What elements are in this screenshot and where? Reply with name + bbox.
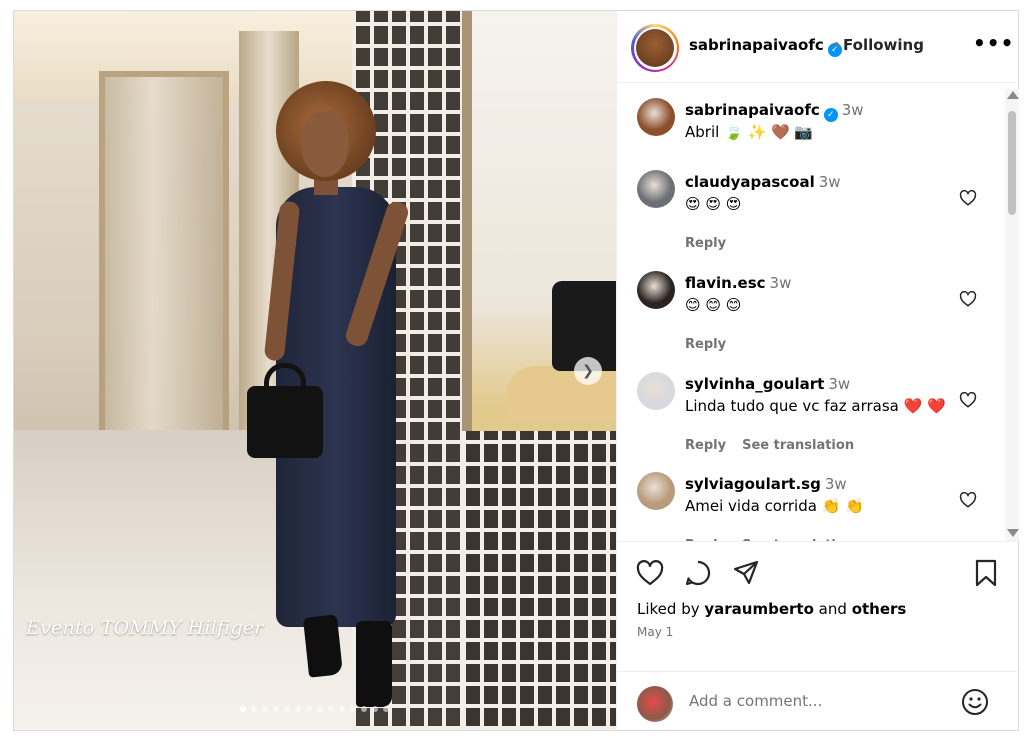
comment-avatar[interactable] xyxy=(637,170,675,208)
carousel-dot xyxy=(361,706,367,712)
comment-username[interactable]: sabrinapaivaofc ✓ 3w xyxy=(685,101,864,122)
comment-username-text[interactable]: sabrinapaivaofc xyxy=(685,101,820,119)
carousel-dot xyxy=(295,706,301,712)
post-actions: Liked by yaraumberto and others May 1 xyxy=(617,541,1019,671)
comment-avatar[interactable] xyxy=(637,472,675,510)
save-bookmark-icon[interactable] xyxy=(971,558,1001,588)
comment-text: 😊 😊 😊 xyxy=(685,296,742,314)
carousel-dot xyxy=(350,706,356,712)
verified-badge-icon: ✓ xyxy=(823,108,838,122)
carousel-dot xyxy=(372,706,378,712)
comment-time[interactable]: 3w xyxy=(828,375,850,393)
comment-username[interactable]: flavin.esc 3w xyxy=(685,274,791,292)
share-send-icon[interactable] xyxy=(731,558,761,588)
post-dialog: Evento TOMMY Hilfiger ❯ sabrinapaivaofc ✓… xyxy=(13,10,1019,731)
comment-meta: Reply xyxy=(685,337,726,352)
comments-list: sabrinapaivaofc ✓ 3w Abril 🍃 ✨ 🤎 📷 claudyapa… xyxy=(617,84,1005,541)
comment-like-heart-icon[interactable] xyxy=(959,190,977,211)
emoji-picker-icon[interactable] xyxy=(961,688,989,716)
carousel-dot xyxy=(284,706,290,712)
carousel-dot xyxy=(240,706,246,712)
author-avatar[interactable] xyxy=(631,24,679,72)
reply-button[interactable]: Reply xyxy=(685,337,726,352)
comment-text: Amei vida corrida 👏 👏 xyxy=(685,497,864,515)
carousel-dot xyxy=(328,706,334,712)
header-separator: • xyxy=(832,36,841,54)
handbag xyxy=(247,386,323,458)
post-media[interactable]: Evento TOMMY Hilfiger ❯ xyxy=(14,11,616,730)
scroll-up-arrow-icon[interactable] xyxy=(1007,91,1019,99)
likes-and: and xyxy=(818,600,847,618)
comment-time[interactable]: 3w xyxy=(770,274,792,292)
comment-username-text[interactable]: sylvinha_goulart xyxy=(685,375,824,393)
carousel-dot xyxy=(262,706,268,712)
like-heart-icon[interactable] xyxy=(635,558,665,588)
liked-by-user[interactable]: yaraumberto xyxy=(704,600,814,618)
avatar-inner xyxy=(633,26,677,70)
comment-text: Abril 🍃 ✨ 🤎 📷 xyxy=(685,123,814,141)
comment-avatar[interactable] xyxy=(637,271,675,309)
comment-time[interactable]: 3w xyxy=(819,173,841,191)
carousel-next-button[interactable]: ❯ xyxy=(574,357,602,385)
person-face xyxy=(301,111,349,177)
comment-username-text[interactable]: flavin.esc xyxy=(685,274,766,292)
comment-like-heart-icon[interactable] xyxy=(959,392,977,413)
comment-like-heart-icon[interactable] xyxy=(959,492,977,513)
comment-text: Linda tudo que vc faz arrasa ❤️ ❤️ xyxy=(685,397,946,415)
scroll-thumb[interactable] xyxy=(1008,111,1016,215)
comment-text: 😍 😍 😍 xyxy=(685,195,742,213)
comment-time[interactable]: 3w xyxy=(842,101,864,119)
likes-prefix: Liked by xyxy=(637,600,700,618)
boot-right xyxy=(356,621,392,707)
post-header: sabrinapaivaofc ✓ • Following ••• xyxy=(617,11,1019,83)
likes-summary: Liked by yaraumberto and others xyxy=(637,600,906,618)
comment-time[interactable]: 3w xyxy=(825,475,847,493)
add-comment-input[interactable] xyxy=(689,692,949,710)
reply-button[interactable]: Reply xyxy=(685,236,726,251)
see-translation-button[interactable]: See translation xyxy=(742,438,854,453)
comment-meta: Reply See translation xyxy=(685,438,854,453)
chevron-right-icon: ❯ xyxy=(582,363,594,379)
current-user-avatar xyxy=(637,686,673,722)
carousel-dot xyxy=(251,706,257,712)
comment-meta: Reply xyxy=(685,236,726,251)
post-date[interactable]: May 1 xyxy=(637,625,673,639)
comment-username-text[interactable]: claudyapascoal xyxy=(685,173,815,191)
more-horizontal-icon[interactable]: ••• xyxy=(973,31,1014,55)
comment-like-heart-icon[interactable] xyxy=(959,291,977,312)
carousel-dot xyxy=(339,706,345,712)
comments-scrollbar[interactable] xyxy=(1005,89,1019,541)
carousel-dot xyxy=(306,706,312,712)
comment-icon[interactable] xyxy=(683,558,713,588)
following-button[interactable]: Following xyxy=(843,36,924,54)
reply-button[interactable]: Reply xyxy=(685,438,726,453)
carousel-dot xyxy=(317,706,323,712)
comment-username[interactable]: sylviagoulart.sg 3w xyxy=(685,475,847,493)
carousel-dot xyxy=(273,706,279,712)
author-username[interactable]: sabrinapaivaofc ✓ xyxy=(689,36,842,57)
author-avatar-image xyxy=(636,29,674,67)
add-comment-bar xyxy=(617,671,1019,730)
scroll-down-arrow-icon[interactable] xyxy=(1007,529,1019,537)
comment-avatar[interactable] xyxy=(637,372,675,410)
post-side-panel: sabrinapaivaofc ✓ • Following ••• sabrina… xyxy=(616,11,1019,730)
comment-avatar[interactable] xyxy=(637,98,675,136)
carousel-dots xyxy=(240,706,389,712)
boot-left xyxy=(302,614,344,678)
comment-username[interactable]: sylvinha_goulart 3w xyxy=(685,375,850,393)
comment-username[interactable]: claudyapascoal 3w xyxy=(685,173,841,191)
author-username-text[interactable]: sabrinapaivaofc xyxy=(689,36,824,54)
carousel-dot xyxy=(383,706,389,712)
comment-username-text[interactable]: sylviagoulart.sg xyxy=(685,475,821,493)
liked-by-others[interactable]: others xyxy=(852,600,907,618)
media-caption-overlay: Evento TOMMY Hilfiger xyxy=(26,617,264,639)
